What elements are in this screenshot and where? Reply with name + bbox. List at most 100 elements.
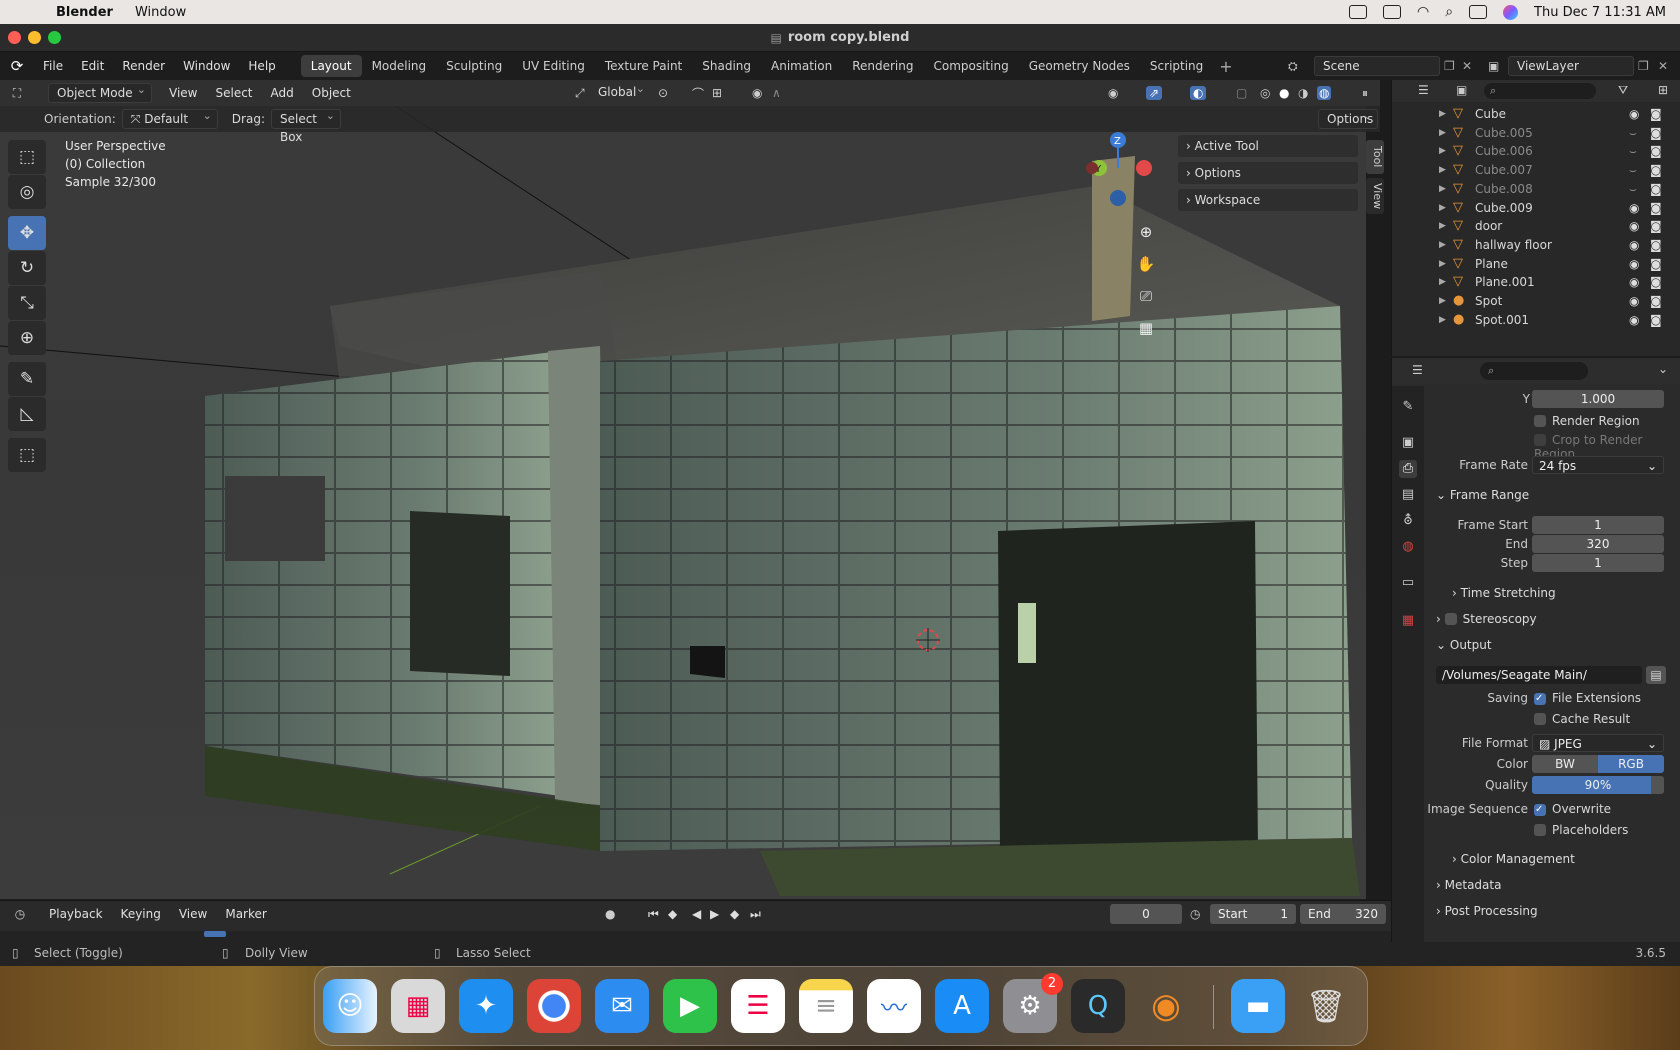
creative-cloud-icon[interactable] (1348, 5, 1367, 19)
timeline-menu-marker[interactable]: Marker (216, 902, 275, 926)
eye-closed-icon[interactable]: ⌣ (1629, 179, 1637, 199)
scene-icon[interactable]: ⛭ (1288, 59, 1298, 74)
outliner-item[interactable]: ▶ ▽ Cube.006 ⌣ ◙ (1392, 141, 1680, 161)
select-box-tool[interactable]: ⬚ (8, 140, 46, 174)
control-center-icon[interactable] (1469, 5, 1488, 19)
start-frame-field[interactable]: Start 1 (1210, 904, 1296, 924)
texture-tab-icon[interactable]: ▦ (1399, 612, 1417, 630)
render-region-checkbox[interactable]: Render Region (1534, 414, 1640, 428)
render-visibility-icon[interactable]: ◙ (1650, 235, 1662, 255)
gizmo-toggle-icon[interactable]: ⇗ (1146, 86, 1163, 100)
pan-hand-icon[interactable]: ✋ (1132, 250, 1160, 278)
frame-step-field[interactable]: 1 (1532, 554, 1664, 572)
transform-tool[interactable]: ⊕ (8, 321, 46, 355)
expand-arrow-icon[interactable]: ▶ (1439, 141, 1446, 161)
render-visibility-icon[interactable]: ◙ (1650, 123, 1662, 143)
file-format-dropdown[interactable]: ▨ JPEG ⌄ (1532, 734, 1664, 752)
resolution-y-field[interactable]: 1.000 (1532, 390, 1664, 408)
menu-file[interactable]: File (34, 54, 72, 78)
outliner-item[interactable]: ▶ ▽ Cube.009 ◉ ◙ (1392, 198, 1680, 218)
view-layer-tab-icon[interactable]: ▤ (1399, 486, 1417, 504)
expand-arrow-icon[interactable]: ▶ (1439, 235, 1446, 255)
zoom-window-button[interactable] (48, 31, 61, 44)
snap-icon[interactable]: ⌒ (692, 85, 704, 102)
3d-viewport[interactable]: Z Y ⬚ ◎ ✥ ↻ ⤡ ⊕ ✎ ◺ ⬚ User Perspective (… (0, 106, 1366, 899)
outliner-item[interactable]: ▶ ▽ Cube.008 ⌣ ◙ (1392, 179, 1680, 199)
workspace-tab-animation[interactable]: Animation (761, 55, 842, 77)
new-scene-icon[interactable]: ❐ (1444, 59, 1455, 73)
expand-arrow-icon[interactable]: ▶ (1439, 160, 1446, 180)
viewport-menu-select[interactable]: Select (206, 81, 261, 105)
jump-end-icon[interactable]: ⏭ (750, 907, 761, 922)
chrome-icon[interactable] (527, 979, 581, 1033)
workspace-tab-shading[interactable]: Shading (692, 55, 761, 77)
eye-closed-icon[interactable]: ⌣ (1629, 123, 1637, 143)
post-processing-panel-header[interactable]: › Post Processing (1436, 904, 1538, 918)
visibility-icon[interactable]: ◉ (1108, 86, 1118, 100)
outliner-item[interactable]: ▶ ▽ door ◉ ◙ (1392, 216, 1680, 236)
folder-browse-icon[interactable]: ▤ (1646, 666, 1666, 684)
sidebar-tab-tool[interactable]: Tool (1366, 140, 1384, 174)
cache-result-checkbox[interactable]: Cache Result (1534, 712, 1630, 726)
current-frame-field[interactable]: 0 (1110, 904, 1182, 924)
playhead-marker[interactable] (204, 931, 226, 937)
color-rgb-button[interactable]: RGB (1598, 755, 1664, 773)
workspace-tab-rendering[interactable]: Rendering (842, 55, 923, 77)
scene-selector[interactable]: Scene (1314, 56, 1440, 76)
render-visibility-icon[interactable]: ◙ (1650, 160, 1662, 180)
eye-icon[interactable]: ◉ (1629, 254, 1639, 274)
stereoscopy-panel-header[interactable]: › Stereoscopy (1436, 612, 1537, 626)
scene-tab-icon[interactable]: ⛢ (1399, 512, 1417, 530)
jump-start-icon[interactable]: ⏮ (648, 907, 659, 922)
next-keyframe-icon[interactable]: ◆ (730, 907, 739, 921)
npanel-options[interactable]: › Options (1178, 162, 1358, 184)
eye-icon[interactable]: ◉ (1629, 198, 1639, 218)
expand-arrow-icon[interactable]: ▶ (1439, 291, 1446, 311)
menubar-clock[interactable]: Thu Dec 7 11:31 AM (1534, 5, 1666, 20)
eye-icon[interactable]: ◉ (1629, 104, 1639, 124)
auto-keying-icon[interactable]: ● (605, 907, 615, 921)
prev-keyframe-icon[interactable]: ◆ (668, 907, 677, 921)
sidebar-tab-view[interactable]: View (1366, 178, 1384, 214)
split-view-icon[interactable] (1382, 5, 1401, 19)
timeline-menu-view[interactable]: View (170, 902, 216, 926)
eye-icon[interactable]: ◉ (1629, 272, 1639, 292)
snap-target-icon[interactable]: ⊞ (712, 86, 722, 100)
shading-wireframe-icon[interactable]: ◎ (1260, 86, 1270, 100)
blender-dock-icon[interactable]: ◉ (1139, 979, 1193, 1033)
frame-rate-dropdown[interactable]: 24 fps ⌄ (1532, 456, 1664, 474)
delete-view-layer-icon[interactable]: ✕ (1658, 59, 1668, 73)
outliner-item[interactable]: ▶ ● Spot ◉ ◙ (1392, 291, 1680, 311)
rendered-scene[interactable]: Z Y (0, 106, 1366, 899)
workspace-tab-sculpting[interactable]: Sculpting (436, 55, 512, 77)
viewport-menu-add[interactable]: Add (262, 81, 303, 105)
properties-options-icon[interactable]: ⌄ (1658, 362, 1668, 376)
orientation-dropdown[interactable]: ⤧ Default (121, 107, 218, 129)
eye-icon[interactable]: ◉ (1629, 310, 1639, 330)
output-tab-icon[interactable]: ⎙ (1399, 460, 1417, 478)
shading-material-icon[interactable]: ◑ (1298, 86, 1308, 100)
safari-icon[interactable]: ✦ (459, 979, 513, 1033)
color-bw-button[interactable]: BW (1532, 755, 1598, 773)
annotate-tool[interactable]: ✎ (8, 362, 46, 396)
outliner-editor-icon[interactable]: ☰ (1418, 83, 1429, 97)
eye-icon[interactable]: ◉ (1629, 235, 1639, 255)
wifi-icon[interactable]: ◠ (1417, 4, 1429, 20)
expand-arrow-icon[interactable]: ▶ (1439, 254, 1446, 274)
shading-rendered-icon[interactable]: ◍ (1317, 86, 1332, 100)
workspace-tab-modeling[interactable]: Modeling (362, 55, 437, 77)
expand-arrow-icon[interactable]: ▶ (1439, 123, 1446, 143)
properties-editor-icon[interactable]: ☰ (1412, 363, 1423, 377)
notes-icon[interactable]: ≡ (799, 979, 853, 1033)
outliner-item[interactable]: ▶ ▽ Cube.005 ⌣ ◙ (1392, 123, 1680, 143)
app-menu-blender[interactable]: Blender (56, 5, 113, 20)
expand-arrow-icon[interactable]: ▶ (1439, 179, 1446, 199)
minimize-window-button[interactable] (28, 31, 41, 44)
launchpad-icon[interactable]: ▦ (391, 979, 445, 1033)
rotate-tool[interactable]: ↻ (8, 251, 46, 285)
expand-arrow-icon[interactable]: ▶ (1439, 198, 1446, 218)
finder-icon[interactable]: ☺ (323, 979, 377, 1033)
end-frame-field[interactable]: End 320 (1300, 904, 1386, 924)
quicktime-icon[interactable]: Q (1071, 979, 1125, 1033)
close-window-button[interactable] (8, 31, 21, 44)
